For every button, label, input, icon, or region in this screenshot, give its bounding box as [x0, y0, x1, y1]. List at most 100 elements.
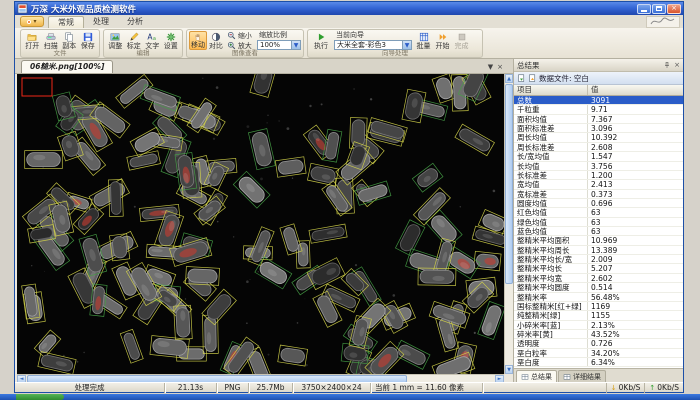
tab-general[interactable]: 常规 [48, 16, 84, 28]
tab-process[interactable]: 处理 [84, 16, 118, 28]
table-row[interactable]: 长均值 3.756 [514, 162, 683, 171]
finish-button[interactable]: 完成 [452, 31, 471, 50]
table-row[interactable]: 千粒重 9.71 [514, 105, 683, 114]
table-row[interactable]: 国标整精米[红+绿] 1169 [514, 302, 683, 311]
datafile-toolbar: 数据文件: 空白 [514, 72, 683, 85]
row-item-label: 整精米平均宽 [514, 274, 588, 282]
zoom-out-button[interactable]: 缩小 [227, 31, 255, 40]
move-button[interactable]: 移动 [189, 31, 207, 50]
text-button[interactable]: Aa 文字 [143, 31, 162, 50]
row-item-value: 1.200 [588, 171, 683, 179]
results-bottom-tabs: 总结果 详细结果 [514, 368, 683, 382]
table-row[interactable]: 碎米率[黄] 43.52% [514, 330, 683, 339]
scroll-up-icon[interactable]: ▲ [505, 74, 513, 83]
minimize-button[interactable] [637, 4, 651, 14]
row-item-value: 1169 [588, 302, 683, 310]
row-item-label: 宽标准差 [514, 190, 588, 198]
scan-button[interactable]: 扫描 [42, 31, 61, 50]
start-button[interactable] [16, 394, 64, 400]
tab-summary-results[interactable]: 总结果 [516, 370, 557, 382]
table-row[interactable]: 面积标准差 3.096 [514, 124, 683, 133]
table-row[interactable]: 宽均值 2.413 [514, 180, 683, 189]
grid-icon [563, 373, 571, 381]
table-row[interactable]: 周长标准差 2.608 [514, 143, 683, 152]
row-item-value: 2.608 [588, 143, 683, 151]
table-row[interactable]: 整精米率 56.48% [514, 293, 683, 302]
table-row[interactable]: 圆度均值 0.696 [514, 199, 683, 208]
column-header-value[interactable]: 值 [588, 85, 683, 95]
table-row[interactable]: 垩白粒率 34.20% [514, 349, 683, 358]
table-row[interactable]: 红色均值 63 [514, 208, 683, 217]
calibrate-button[interactable]: 标定 [125, 31, 144, 50]
table-row[interactable]: 周长均值 10.392 [514, 133, 683, 142]
row-item-value: 10.392 [588, 133, 683, 141]
row-item-value: 56.48% [588, 293, 683, 301]
app-icon [17, 3, 28, 14]
table-row[interactable]: 整精米平均宽 2.602 [514, 274, 683, 283]
maximize-button[interactable] [652, 4, 666, 14]
table-row[interactable]: 纯整精米[绿] 1155 [514, 311, 683, 320]
open-folder-icon [26, 32, 38, 42]
close-button[interactable]: × [667, 4, 681, 14]
tab-analysis[interactable]: 分析 [118, 16, 152, 28]
table-row[interactable]: 总数 3091 [514, 96, 683, 105]
table-row[interactable]: 整精米平均长 5.207 [514, 264, 683, 273]
title-bar: 万深 大米外观品质检测软件 × [15, 2, 683, 15]
table-row[interactable]: 小碎米率[蓝] 2.13% [514, 321, 683, 330]
table-row[interactable]: 面积均值 7.367 [514, 115, 683, 124]
table-row[interactable]: 长标准差 1.200 [514, 171, 683, 180]
row-item-value: 5.207 [588, 264, 683, 272]
datafile-label: 数据文件: 空白 [539, 73, 589, 84]
table-row[interactable]: 宽标准差 0.373 [514, 190, 683, 199]
row-item-value: 2.413 [588, 180, 683, 188]
status-dimensions: 3750×2400×24 [293, 383, 371, 393]
table-row[interactable]: 垩白度 6.34% [514, 358, 683, 367]
settings-button[interactable]: 设置 [162, 31, 181, 50]
column-header-item[interactable]: 项目 [514, 85, 588, 95]
scroll-down-icon[interactable]: ▼ [505, 365, 513, 374]
table-row[interactable]: 整精米平均圆度 0.514 [514, 283, 683, 292]
contrast-button[interactable]: 对比 [207, 31, 225, 50]
brand-logo [646, 16, 680, 28]
group-file-label: 文件 [21, 49, 99, 57]
row-item-label: 整精米平均长/宽 [514, 255, 588, 263]
batch-button[interactable]: 批量 [414, 31, 433, 50]
row-item-label: 透明度 [514, 339, 588, 347]
save-button[interactable]: 保存 [79, 31, 98, 50]
table-row[interactable]: 透明度 0.726 [514, 339, 683, 348]
row-item-label: 整精米平均长 [514, 264, 588, 272]
row-item-value: 3.756 [588, 162, 683, 170]
group-edit-label: 编辑 [104, 49, 182, 57]
group-edit: 调整 标定 Aa 文字 设置 编辑 [103, 29, 183, 58]
execute-button[interactable]: 执行 [310, 31, 332, 50]
table-row[interactable]: 绿色均值 63 [514, 218, 683, 227]
image-canvas[interactable] [17, 74, 504, 374]
row-item-label: 整精米平均周长 [514, 246, 588, 254]
app-menu-button[interactable]: ▾ [20, 16, 44, 27]
tab-list-icon[interactable]: ▼ [488, 63, 493, 71]
table-row[interactable]: 整精米平均面积 10.969 [514, 236, 683, 245]
adjust-button[interactable]: 调整 [106, 31, 125, 50]
table-row[interactable]: 蓝色均值 63 [514, 227, 683, 236]
row-item-value: 2.602 [588, 274, 683, 282]
table-row[interactable]: 整精米平均周长 13.389 [514, 246, 683, 255]
datafile-save-icon[interactable] [517, 74, 526, 83]
table-row[interactable]: 整精米平均长/宽 2.009 [514, 255, 683, 264]
net-up-icon: ↑ [649, 383, 655, 393]
panel-close-icon[interactable]: × [674, 61, 680, 69]
pin-icon[interactable] [663, 61, 671, 69]
open-button[interactable]: 打开 [23, 31, 42, 50]
document-tab[interactable]: 06糙米.png[100%] [21, 60, 113, 73]
tab-detail-results[interactable]: 详细结果 [558, 370, 606, 382]
row-item-label: 周长均值 [514, 133, 588, 141]
table-row[interactable]: 长/宽均值 1.547 [514, 152, 683, 161]
datafile-open-icon[interactable] [528, 74, 537, 83]
taskbar[interactable] [0, 394, 700, 400]
duplicate-button[interactable]: 副本 [60, 31, 79, 50]
vertical-scrollbar[interactable]: ▲ ▼ [504, 74, 513, 374]
net-upload-indicator: ↑ 0Kb/S [644, 383, 683, 393]
start-button[interactable]: 开始 [433, 31, 452, 50]
tab-close-icon[interactable]: × [497, 63, 503, 71]
vertical-scroll-thumb[interactable] [505, 84, 513, 284]
hand-icon [192, 33, 204, 41]
